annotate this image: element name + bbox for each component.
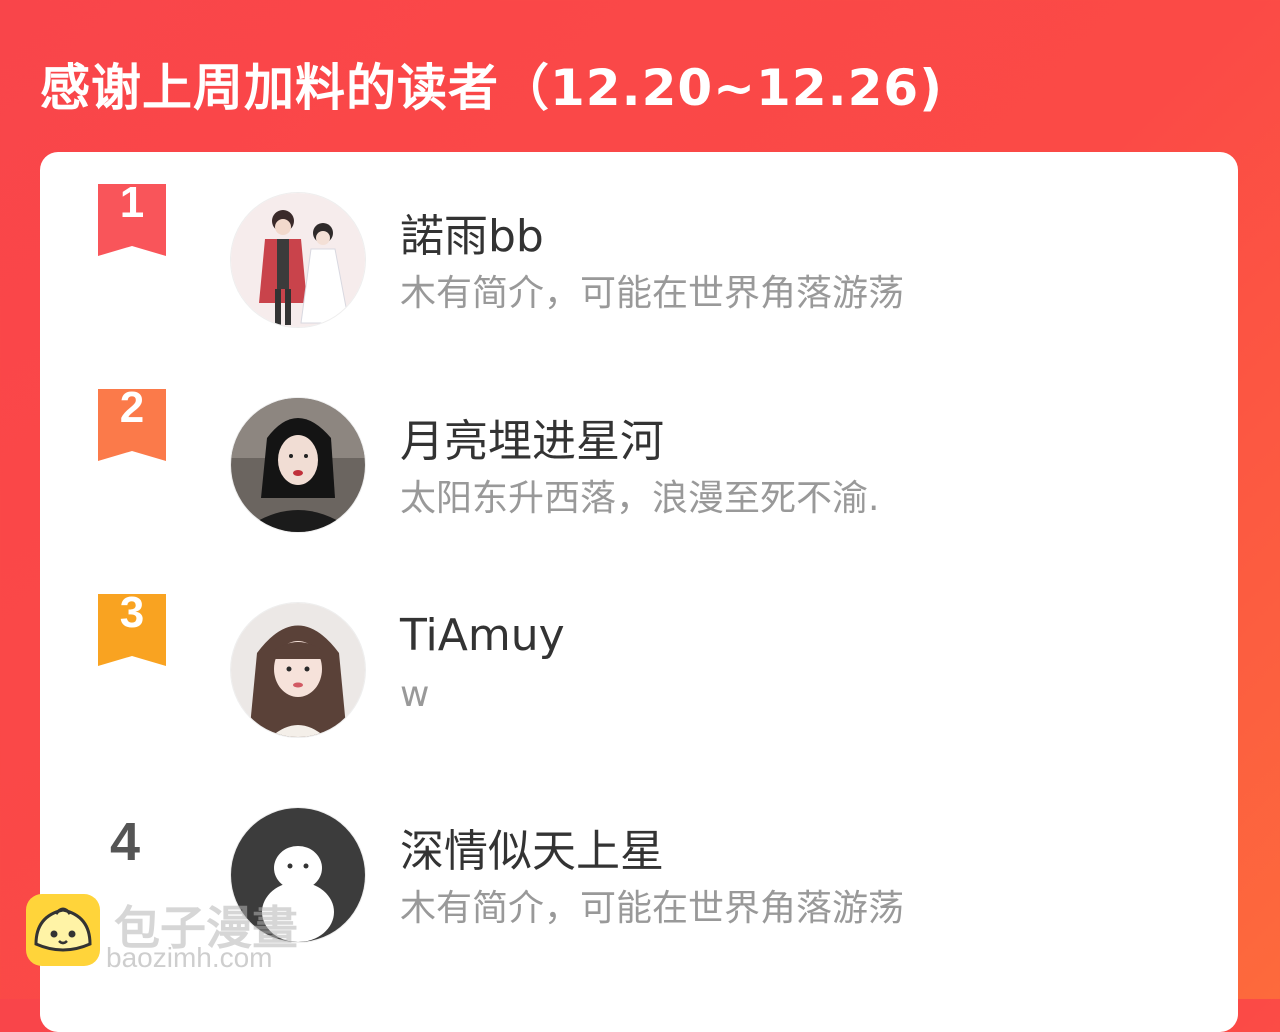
watermark: 包子漫畫 baozimh.com [26,892,326,982]
reader-name[interactable]: TiAmuy [400,610,565,661]
rank-number: 2 [119,383,145,432]
rank-badge-icon: 3 [98,588,166,666]
avatar[interactable] [230,602,366,738]
watermark-url: baozimh.com [106,942,273,973]
bun-logo-icon [26,892,100,968]
reader-bio: 木有简介，可能在世界角落游荡 [400,888,905,929]
reader-name[interactable]: 諾雨bb [400,200,544,264]
rank-number: 4 [110,812,141,872]
reader-name[interactable]: 深情似天上星 [400,815,664,879]
reader-row[interactable]: 1 諾雨bb 木有简介，可能在世界角落游荡 [40,152,1238,328]
rank-badge-icon: 2 [98,383,166,461]
reader-bio: 太阳东升西落，浪漫至死不渝. [400,478,880,519]
reader-row[interactable]: 3 TiAmuy w [40,562,1238,738]
reader-bio: 木有简介，可能在世界角落游荡 [400,273,905,314]
rank-number: 1 [119,178,145,227]
page-title: 感谢上周加料的读者（12.20~12.26) [40,59,944,117]
reader-row[interactable]: 2 月亮埋进星河 太阳东升西落，浪漫至死不渝. [40,357,1238,533]
reader-bio: w [400,674,430,715]
rank-number: 3 [119,588,145,637]
avatar[interactable] [230,397,366,533]
reader-name[interactable]: 月亮埋进星河 [400,405,664,469]
avatar[interactable] [230,192,366,328]
rank-badge-icon: 1 [98,178,166,256]
